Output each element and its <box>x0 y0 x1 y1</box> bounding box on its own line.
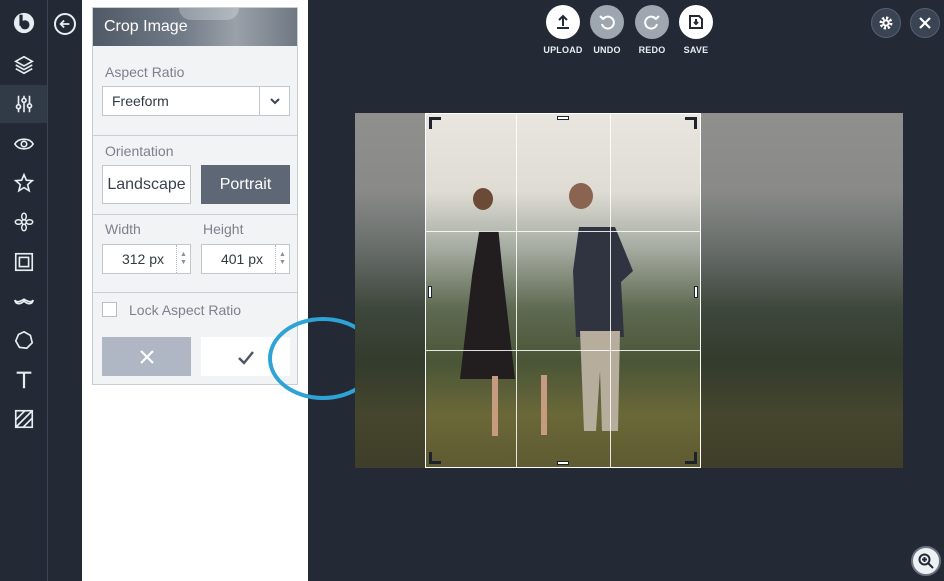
landscape-button[interactable]: Landscape <box>102 165 191 204</box>
zoom-in-icon[interactable] <box>911 546 941 576</box>
orientation-label: Orientation <box>105 143 174 159</box>
aspect-ratio-label: Aspect Ratio <box>105 64 185 80</box>
section-divider <box>93 214 297 215</box>
flower-icon[interactable] <box>0 203 48 241</box>
cancel-button[interactable] <box>102 337 191 376</box>
grid-line <box>426 231 700 232</box>
star-icon[interactable] <box>0 164 48 202</box>
grid-line <box>610 114 611 467</box>
section-divider <box>93 135 297 136</box>
crop-card: Crop Image Aspect Ratio Freeform Orienta… <box>92 7 298 385</box>
upload-icon <box>546 5 580 39</box>
save-icon <box>679 5 713 39</box>
back-arrow-icon[interactable] <box>54 13 76 35</box>
tool-sidebar <box>0 0 48 581</box>
height-value: 401 px <box>220 251 263 267</box>
crop-shade-left <box>355 113 425 468</box>
crop-handle-top-right[interactable] <box>685 117 697 129</box>
grid-line <box>516 114 517 467</box>
text-icon[interactable] <box>0 361 48 399</box>
crop-shade-right <box>701 113 903 468</box>
crop-handle-bottom-right[interactable] <box>685 452 697 464</box>
crop-handle-top-left[interactable] <box>429 117 441 129</box>
crop-handle-bottom-left[interactable] <box>429 452 441 464</box>
crop-handle-top[interactable] <box>557 116 569 120</box>
width-field[interactable]: 312 px ▲ ▼ <box>102 244 191 274</box>
lock-aspect-label: Lock Aspect Ratio <box>129 302 242 318</box>
width-label: Width <box>105 221 141 237</box>
crop-panel: Crop Image Aspect Ratio Freeform Orienta… <box>82 0 378 581</box>
header-photo-thumb <box>179 8 239 20</box>
mustache-icon[interactable] <box>0 282 48 320</box>
width-value: 312 px <box>121 251 164 267</box>
panel-title: Crop Image <box>104 18 188 35</box>
frame-icon[interactable] <box>0 243 48 281</box>
adjust-sliders-icon[interactable] <box>0 85 48 123</box>
card-header: Crop Image <box>93 8 297 46</box>
crop-handle-right[interactable] <box>694 286 698 298</box>
aspect-ratio-select[interactable]: Freeform <box>102 86 290 116</box>
height-field[interactable]: 401 px ▲ ▼ <box>201 244 290 274</box>
checkmark-icon <box>237 350 254 365</box>
close-icon[interactable] <box>910 8 940 38</box>
chevron-down-icon[interactable] <box>259 87 289 115</box>
lock-aspect-checkbox[interactable] <box>102 302 117 317</box>
eye-icon[interactable] <box>0 125 48 163</box>
shape-icon[interactable] <box>0 321 48 359</box>
layers-icon[interactable] <box>0 46 48 84</box>
logo-icon[interactable] <box>0 4 48 42</box>
undo-icon <box>590 5 624 39</box>
settings-gear-icon[interactable] <box>871 8 901 38</box>
close-icon <box>139 349 154 364</box>
texture-icon[interactable] <box>0 400 48 438</box>
save-button[interactable]: SAVE <box>668 5 724 55</box>
crop-handle-bottom[interactable] <box>557 461 569 465</box>
section-divider <box>93 292 297 293</box>
height-label: Height <box>203 221 244 237</box>
photo-canvas[interactable] <box>355 113 903 468</box>
height-stepper[interactable]: ▲ ▼ <box>275 245 289 273</box>
grid-line <box>426 350 700 351</box>
redo-icon <box>635 5 669 39</box>
crop-handle-left[interactable] <box>428 286 432 298</box>
crop-box[interactable] <box>425 113 701 468</box>
aspect-ratio-value: Freeform <box>112 93 169 109</box>
portrait-button[interactable]: Portrait <box>201 165 290 204</box>
save-label: SAVE <box>683 45 709 55</box>
back-column <box>48 0 82 581</box>
width-stepper[interactable]: ▲ ▼ <box>176 245 190 273</box>
